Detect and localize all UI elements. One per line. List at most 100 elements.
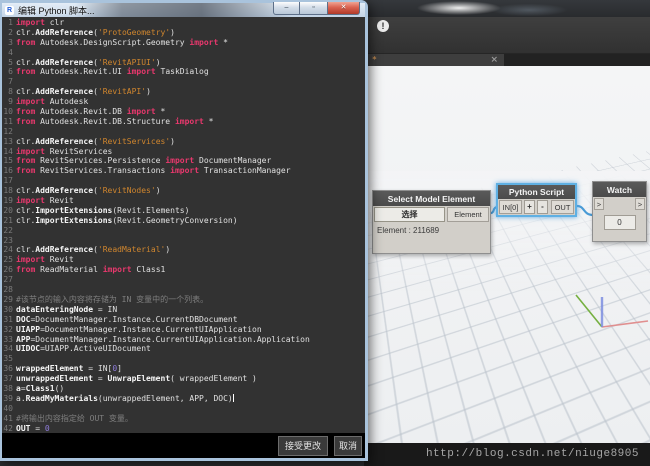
code-line[interactable]: 42OUT = 0 <box>2 424 365 433</box>
output-port-element[interactable]: Element <box>447 207 489 222</box>
watermark-url: http://blog.csdn.net/niuge8905 <box>364 443 650 466</box>
dynamo-toolbar: ! <box>364 17 650 54</box>
code-line[interactable]: 16from RevitServices.Transactions import… <box>2 166 365 176</box>
line-number: 27 <box>2 275 16 285</box>
minimize-button[interactable]: – <box>273 2 300 15</box>
code-line[interactable]: 1import clr <box>2 18 365 28</box>
code-line[interactable]: 25import Revit <box>2 255 365 265</box>
line-number: 28 <box>2 285 16 295</box>
code-line[interactable]: 33APP=DocumentManager.Instance.CurrentUI… <box>2 335 365 345</box>
line-number: 11 <box>2 117 16 127</box>
workspace-tab[interactable]: * × <box>366 54 504 66</box>
node-title: Watch <box>593 182 646 197</box>
input-port-in0[interactable]: IN[0] <box>499 200 522 214</box>
code-line[interactable]: 13clr.AddReference('RevitServices') <box>2 137 365 147</box>
dynamo-tab-bar: * × <box>364 54 650 66</box>
line-number: 25 <box>2 255 16 265</box>
code-line[interactable]: 3from Autodesk.DesignScript.Geometry imp… <box>2 38 365 48</box>
watch-output-port[interactable]: > <box>635 198 645 210</box>
select-element-button[interactable]: 选择 <box>374 207 445 222</box>
code-line[interactable]: 29#该节点的输入内容将存储为 IN 变量中的一个列表。 <box>2 295 365 305</box>
code-line[interactable]: 11from Autodesk.Revit.DB.Structure impor… <box>2 117 365 127</box>
code-line[interactable]: 12 <box>2 127 365 137</box>
dynamo-window: ! * × Select Model Element <box>364 0 650 466</box>
cancel-button[interactable]: 取消 <box>334 436 362 456</box>
line-number: 16 <box>2 166 16 176</box>
code-line[interactable]: 40 <box>2 404 365 414</box>
code-line[interactable]: 35 <box>2 354 365 364</box>
window-controls: – ▫ ✕ <box>273 2 360 15</box>
line-number: 23 <box>2 236 16 246</box>
code-line[interactable]: 30dataEnteringNode = IN <box>2 305 365 315</box>
python-script-icon: R <box>5 6 14 15</box>
code-line[interactable]: 31DOC=DocumentManager.Instance.CurrentDB… <box>2 315 365 325</box>
tab-close-icon[interactable]: × <box>490 55 498 65</box>
code-line[interactable]: 17 <box>2 176 365 186</box>
code-line[interactable]: 14import RevitServices <box>2 147 365 157</box>
line-number: 17 <box>2 176 16 186</box>
code-line[interactable]: 21clr.ImportExtensions(Revit.GeometryCon… <box>2 216 365 226</box>
code-line[interactable]: 32UIAPP=DocumentManager.Instance.Current… <box>2 325 365 335</box>
node-wires <box>364 66 650 443</box>
editor-title: 编辑 Python 脚本... <box>18 4 95 17</box>
code-line[interactable]: 10from Autodesk.Revit.DB import * <box>2 107 365 117</box>
remove-input-button[interactable]: - <box>537 200 548 214</box>
line-number: 18 <box>2 186 16 196</box>
accept-changes-button[interactable]: 接受更改 <box>278 436 328 456</box>
line-number: 8 <box>2 87 16 97</box>
node-python-script[interactable]: Python Script IN[0] + - OUT <box>496 183 577 217</box>
code-line[interactable]: 18clr.AddReference('RevitNodes') <box>2 186 365 196</box>
unsaved-indicator: * <box>372 55 377 65</box>
dynamo-titlebar-blurred <box>364 0 650 17</box>
node-title: Python Script <box>498 185 575 199</box>
code-line[interactable]: 37unwrappedElement = UnwrapElement( wrap… <box>2 374 365 384</box>
editor-titlebar[interactable]: R 编辑 Python 脚本... – ▫ ✕ <box>2 3 365 17</box>
line-number: 6 <box>2 67 16 77</box>
text-caret <box>233 394 234 402</box>
code-line[interactable]: 39a.ReadMyMaterials(unwrappedElement, AP… <box>2 394 365 404</box>
code-line[interactable]: 4 <box>2 48 365 58</box>
code-line[interactable]: 23 <box>2 236 365 246</box>
output-port-out[interactable]: OUT <box>551 200 574 214</box>
add-input-button[interactable]: + <box>524 200 535 214</box>
editor-command-bar: 接受更改 取消 <box>2 433 365 458</box>
watch-value: 0 <box>604 215 636 230</box>
line-number: 1 <box>2 18 16 28</box>
code-line[interactable]: 19import Revit <box>2 196 365 206</box>
code-line[interactable]: 26from ReadMaterial import Class1 <box>2 265 365 275</box>
watch-input-port[interactable]: > <box>594 198 604 210</box>
code-line[interactable]: 28 <box>2 285 365 295</box>
code-line[interactable]: 27 <box>2 275 365 285</box>
node-select-model-element[interactable]: Select Model Element 选择 Element Element … <box>372 190 491 254</box>
line-number: 35 <box>2 354 16 364</box>
alert-icon[interactable]: ! <box>377 20 389 32</box>
code-line[interactable]: 5clr.AddReference('RevitAPIUI') <box>2 58 365 68</box>
line-number: 36 <box>2 364 16 374</box>
code-line[interactable]: 41#将输出内容指定给 OUT 变量。 <box>2 414 365 424</box>
code-line[interactable]: 34UIDOC=UIAPP.ActiveUIDocument <box>2 344 365 354</box>
code-line[interactable]: 6from Autodesk.Revit.UI import TaskDialo… <box>2 67 365 77</box>
code-line[interactable]: 15from RevitServices.Persistence import … <box>2 156 365 166</box>
line-number: 34 <box>2 344 16 354</box>
code-line[interactable]: 24clr.AddReference('ReadMaterial') <box>2 245 365 255</box>
code-line[interactable]: 20clr.ImportExtensions(Revit.Elements) <box>2 206 365 216</box>
code-line[interactable]: 22 <box>2 226 365 236</box>
dynamo-canvas[interactable]: Select Model Element 选择 Element Element … <box>364 66 650 443</box>
maximize-button[interactable]: ▫ <box>300 2 327 15</box>
line-number: 13 <box>2 137 16 147</box>
line-number: 15 <box>2 156 16 166</box>
line-number: 38 <box>2 384 16 394</box>
code-line[interactable]: 7 <box>2 77 365 87</box>
close-button[interactable]: ✕ <box>327 2 360 15</box>
code-editor[interactable]: 1import clr2clr.AddReference('ProtoGeome… <box>2 17 365 433</box>
code-line[interactable]: 2clr.AddReference('ProtoGeometry') <box>2 28 365 38</box>
code-line[interactable]: 38a=Class1() <box>2 384 365 394</box>
selected-element-value: Element : 211689 <box>373 223 490 238</box>
code-line[interactable]: 9import Autodesk <box>2 97 365 107</box>
code-lines: 1import clr2clr.AddReference('ProtoGeome… <box>2 18 365 433</box>
node-watch[interactable]: Watch > > 0 <box>592 181 647 242</box>
line-number: 26 <box>2 265 16 275</box>
code-line[interactable]: 36wrappedElement = IN[0] <box>2 364 365 374</box>
line-number: 41 <box>2 414 16 424</box>
code-line[interactable]: 8clr.AddReference('RevitAPI') <box>2 87 365 97</box>
